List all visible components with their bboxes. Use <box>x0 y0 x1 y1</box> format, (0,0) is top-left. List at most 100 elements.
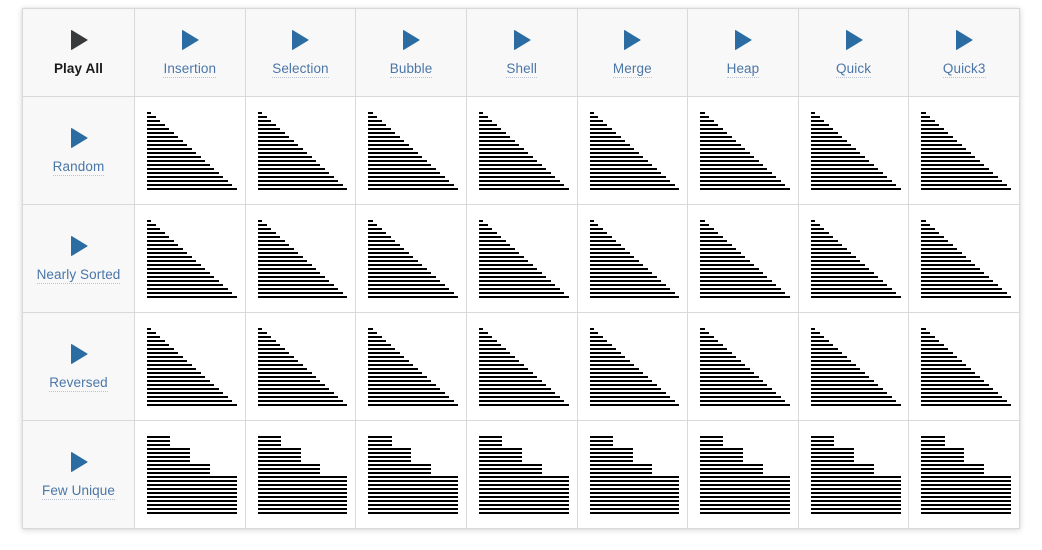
algorithm-header-selection[interactable]: Selection <box>244 8 357 97</box>
algorithm-header-bubble[interactable]: Bubble <box>355 8 467 97</box>
algorithm-play-control[interactable]: Merge <box>578 27 688 79</box>
bar <box>147 343 170 346</box>
chart-cell[interactable] <box>797 204 910 313</box>
chart-cell[interactable] <box>797 96 910 205</box>
algorithm-play-control[interactable]: Selection <box>246 27 356 79</box>
bar-chart <box>356 313 466 420</box>
dataset-cell-few-unique[interactable]: Few Unique <box>22 420 135 529</box>
bar <box>478 295 569 298</box>
bar <box>147 363 192 366</box>
chart-cell[interactable] <box>687 96 799 205</box>
dataset-play-control[interactable]: Reversed <box>23 341 134 393</box>
chart-cell[interactable] <box>576 312 689 421</box>
chart-cell[interactable] <box>244 96 357 205</box>
chart-cell[interactable] <box>687 312 799 421</box>
bar-chart <box>688 313 798 420</box>
bar <box>147 471 210 474</box>
algorithm-header-quick3[interactable]: Quick3 <box>908 8 1020 97</box>
chart-cell[interactable] <box>908 420 1020 529</box>
play-all-cell[interactable]: Play All <box>22 8 135 97</box>
chart-cell[interactable] <box>576 420 689 529</box>
bar <box>700 155 754 158</box>
chart-cell[interactable] <box>465 204 578 313</box>
bar <box>257 283 334 286</box>
algorithm-play-control[interactable]: Quick3 <box>909 27 1019 79</box>
bar-chart <box>356 97 466 204</box>
bar <box>478 147 524 150</box>
chart-cell[interactable] <box>134 204 246 313</box>
dataset-play-control[interactable]: Few Unique <box>23 449 134 501</box>
play-icon <box>70 451 88 472</box>
algorithm-header-quick[interactable]: Quick <box>797 8 910 97</box>
bar <box>810 435 835 438</box>
chart-cell[interactable] <box>908 204 1020 313</box>
dataset-play-control[interactable]: Random <box>23 125 134 177</box>
bar <box>478 227 493 230</box>
algorithm-play-control[interactable]: Bubble <box>356 27 466 79</box>
bar <box>478 471 542 474</box>
bar-chart <box>135 313 245 420</box>
dataset-play-control[interactable]: Nearly Sorted <box>23 233 134 285</box>
bar <box>478 511 569 514</box>
bar <box>589 171 662 174</box>
play-all-control[interactable]: Play All <box>23 27 134 79</box>
dataset-cell-reversed[interactable]: Reversed <box>22 312 135 421</box>
chart-cell[interactable] <box>244 204 357 313</box>
bar <box>147 187 237 190</box>
algorithm-header-insertion[interactable]: Insertion <box>134 8 246 97</box>
chart-cell[interactable] <box>576 204 689 313</box>
algorithm-play-control[interactable]: Quick <box>799 27 909 79</box>
chart-cell[interactable] <box>134 96 246 205</box>
bar <box>589 255 635 258</box>
bar <box>921 127 944 130</box>
chart-cell[interactable] <box>465 420 578 529</box>
bar <box>257 383 325 386</box>
chart-cell[interactable] <box>134 312 246 421</box>
chart-cell[interactable] <box>355 96 467 205</box>
bar <box>368 455 412 458</box>
chart-cell[interactable] <box>244 420 357 529</box>
bar <box>478 355 515 358</box>
chart-cell[interactable] <box>908 96 1020 205</box>
bar <box>257 151 308 154</box>
chart-cell[interactable] <box>576 96 689 205</box>
bar <box>589 475 680 478</box>
chart-cell[interactable] <box>355 420 467 529</box>
bar <box>478 331 488 334</box>
chart-cell[interactable] <box>797 420 910 529</box>
chart-cell[interactable] <box>465 96 578 205</box>
algorithm-header-merge[interactable]: Merge <box>576 8 689 97</box>
bar <box>700 267 759 270</box>
algorithm-header-heap[interactable]: Heap <box>687 8 799 97</box>
bar <box>257 443 281 446</box>
bar <box>589 355 626 358</box>
algorithm-header-shell[interactable]: Shell <box>465 8 578 97</box>
chart-cell[interactable] <box>687 420 799 529</box>
algorithm-label: Merge <box>612 62 652 79</box>
bar <box>700 479 790 482</box>
chart-cell[interactable] <box>908 312 1020 421</box>
bar <box>368 359 409 362</box>
bar <box>478 479 569 482</box>
chart-cell[interactable] <box>465 312 578 421</box>
bar <box>257 347 285 350</box>
bar <box>368 475 459 478</box>
algorithm-play-control[interactable]: Heap <box>688 27 798 79</box>
table-row: Reversed <box>22 312 1020 421</box>
chart-cell[interactable] <box>355 204 467 313</box>
chart-cell[interactable] <box>687 204 799 313</box>
bar <box>921 391 998 394</box>
algorithm-play-control[interactable]: Shell <box>467 27 577 79</box>
bar-chart <box>909 421 1019 528</box>
bar <box>921 259 971 262</box>
dataset-label: Nearly Sorted <box>36 268 121 285</box>
bar <box>810 503 901 506</box>
chart-cell[interactable] <box>244 312 357 421</box>
algorithm-play-control[interactable]: Insertion <box>135 27 245 79</box>
chart-cell[interactable] <box>355 312 467 421</box>
chart-cell[interactable] <box>797 312 910 421</box>
dataset-cell-nearly-sorted[interactable]: Nearly Sorted <box>22 204 135 313</box>
chart-cell[interactable] <box>134 420 246 529</box>
dataset-cell-random[interactable]: Random <box>22 96 135 205</box>
bar <box>147 355 183 358</box>
